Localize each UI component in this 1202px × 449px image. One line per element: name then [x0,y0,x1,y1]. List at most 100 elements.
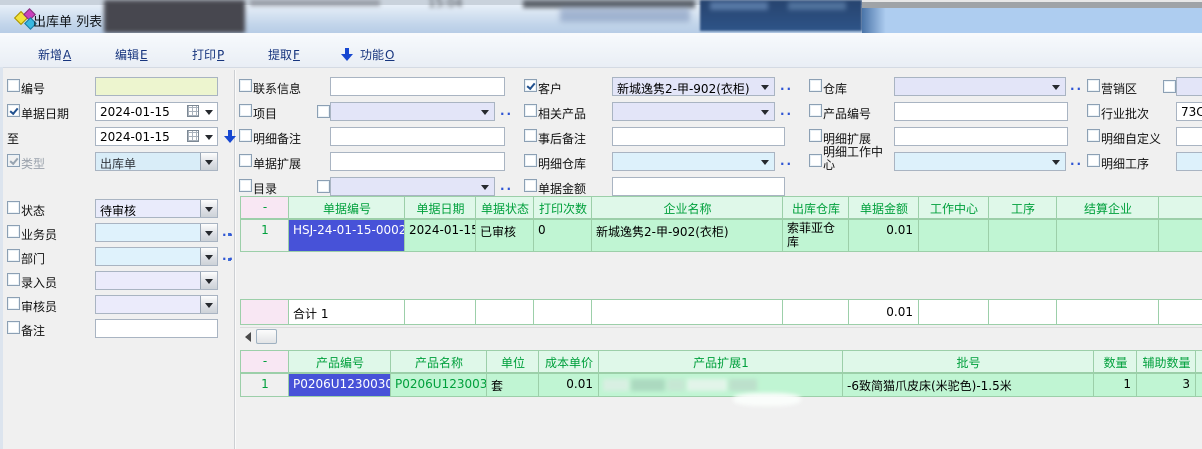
filter-dropdown-project[interactable] [330,102,495,121]
column-header-单据编号[interactable]: 单据编号 [288,196,405,219]
total-row-cell[interactable] [240,299,289,325]
browse-ellipsis-button-salesman[interactable]: .. [222,225,235,239]
column-header-工序[interactable]: 工序 [988,196,1057,219]
column-header-出库仓库[interactable]: 出库仓库 [782,196,849,219]
filter-checkbox-auditor[interactable] [7,297,20,310]
grid-cell[interactable]: 0 [533,219,592,252]
filter-checkbox-detail-workcenter[interactable] [809,154,822,167]
column-header--[interactable]: - [240,196,289,219]
browse-ellipsis-button-project[interactable]: .. [500,104,513,118]
toolbar-new-button[interactable]: 新增A [38,46,71,63]
filter-dropdown-auditor[interactable] [95,295,218,314]
dropdown-button[interactable] [200,200,217,217]
column-header-工作中心[interactable]: 工作中心 [918,196,989,219]
total-row-cell[interactable] [918,299,989,325]
filter-checkbox-detail-extend[interactable] [809,129,822,142]
column-header-单据状态[interactable]: 单据状态 [475,196,534,219]
grid-cell[interactable]: -6致简猫爪皮床(米驼色)-1.5米 [842,373,1094,397]
column-header-成本单价[interactable]: 成本单价 [538,350,599,373]
filter-checkbox-warehouse[interactable] [809,79,822,92]
total-row-cell[interactable] [782,299,849,325]
browse-ellipsis-button-customer[interactable]: .. [780,79,793,93]
row-number-cell[interactable]: 1 [240,373,289,397]
grid-cell[interactable]: 套 [486,373,539,397]
filter-checkbox-related-product[interactable] [524,104,537,117]
grid-cell[interactable] [988,219,1057,252]
filter-dropdown-marketing-area[interactable] [1176,77,1202,96]
h-scrollbar[interactable] [240,327,1202,345]
total-row-cell[interactable] [404,299,476,325]
filter-checkbox-doc-date[interactable] [7,104,20,117]
grid-cell[interactable]: P0206U12300306 [390,373,487,397]
filter-input-after-remark[interactable] [612,127,785,146]
column-header-产品扩展1[interactable]: 产品扩展1 [598,350,843,373]
filter-dropdown-entry-clerk[interactable] [95,271,218,290]
filter-dropdown-warehouse[interactable] [894,77,1066,96]
total-row-cell[interactable] [533,299,592,325]
total-row-cell[interactable] [988,299,1057,325]
grid-cell[interactable] [1056,219,1159,252]
filter-date-input-doc-date[interactable]: 2024-01-15 [95,102,218,121]
total-row-cell[interactable] [591,299,783,325]
toolbar-extract-button[interactable]: 提取F [268,46,300,63]
dropdown-arrow-icon[interactable] [761,85,769,90]
filter-input-detail-remark[interactable] [330,127,505,146]
filter-checkbox-salesman[interactable] [7,225,20,238]
dropdown-button[interactable] [200,224,217,241]
browse-ellipsis-button-detail-warehouse[interactable]: .. [780,154,793,168]
grid-cell[interactable]: 已审核 [475,219,534,252]
filter-input-code[interactable] [95,77,218,96]
dropdown-arrow-icon[interactable] [1052,85,1060,90]
filter-checkbox-detail-warehouse[interactable] [524,154,537,167]
filter-checkbox-code[interactable] [7,79,20,92]
column-header-结算企业[interactable]: 结算企业 [1056,196,1159,219]
total-row-cell[interactable] [475,299,534,325]
grid-cell[interactable]: 0.01 [848,219,919,252]
dropdown-button[interactable] [200,296,217,313]
dropdown-arrow-icon[interactable] [481,110,489,115]
grid-cell[interactable]: 3 [1136,373,1196,397]
filter-checkbox-customer[interactable] [524,79,537,92]
filter-dropdown-doc-type[interactable]: 出库单 [95,152,218,171]
scroll-thumb[interactable] [256,329,277,344]
grid-cell[interactable]: P0206U12300306 [288,373,391,397]
column-header-产品名称[interactable]: 产品名称 [390,350,487,373]
filter-checkbox-doc-extend[interactable] [239,154,252,167]
filter-checkbox-marketing-area[interactable] [1087,79,1100,92]
grid-cell[interactable]: 2024-01-15 [404,219,476,252]
grid-cell[interactable]: HSJ-24-01-15-0002 [288,219,405,252]
total-row-cell[interactable] [1056,299,1159,325]
column-header-blank[interactable] [1158,196,1202,219]
filter-checkbox-detail-remark[interactable] [239,129,252,142]
filter-dropdown-detail-workcenter[interactable] [894,152,1066,171]
filter-input-detail-extend[interactable] [894,127,1068,146]
column-header-产品编号[interactable]: 产品编号 [288,350,391,373]
filter-checkbox-after-remark[interactable] [524,129,537,142]
column-header-批号[interactable]: 批号 [842,350,1094,373]
browse-ellipsis-button-catalog[interactable]: .. [500,179,513,193]
filter-dropdown-customer[interactable]: 新城逸隽2-甲-902(衣柜) [612,77,775,96]
dropdown-button[interactable] [200,248,217,265]
filter-subcheckbox-project[interactable] [317,105,330,118]
browse-ellipsis-button-warehouse[interactable]: .. [1070,79,1083,93]
calendar-icon[interactable] [187,105,199,117]
column-header--[interactable]: - [240,350,289,373]
column-header-blank[interactable] [1195,350,1202,373]
column-header-单据日期[interactable]: 单据日期 [404,196,476,219]
filter-input-industry-batch[interactable]: 73C1 [1176,102,1202,121]
filter-checkbox-project[interactable] [239,104,252,117]
row-number-cell[interactable]: 1 [240,219,289,252]
filter-input-doc-amount[interactable] [612,177,785,196]
total-row-cell[interactable]: 0.01 [848,299,919,325]
filter-dropdown-department[interactable] [95,247,218,266]
toolbar-functions-button[interactable]: 功能O [341,46,394,63]
filter-checkbox-detail-process[interactable] [1087,154,1100,167]
dropdown-arrow-icon[interactable] [205,110,213,115]
grid-cell[interactable]: 新城逸隽2-甲-902(衣柜) [591,219,783,252]
grid-cell[interactable] [918,219,989,252]
toolbar-print-button[interactable]: 打印P [192,46,224,63]
dropdown-arrow-icon[interactable] [481,185,489,190]
blue-down-arrow-icon[interactable] [224,130,236,143]
total-label-cell[interactable]: 合计 1 [288,299,405,325]
column-header-单位[interactable]: 单位 [486,350,539,373]
